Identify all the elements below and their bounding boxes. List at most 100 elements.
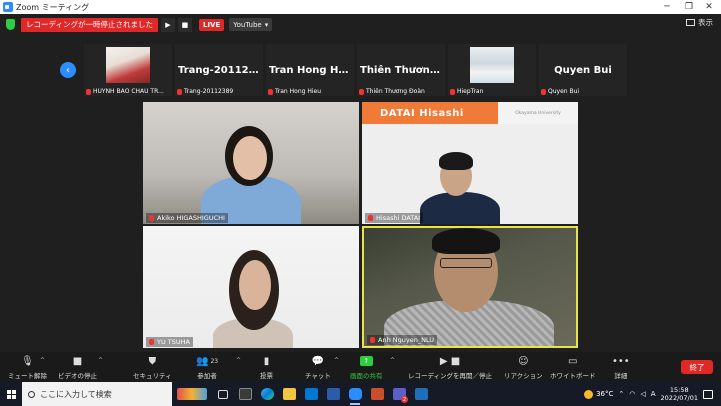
video-options-caret[interactable]: ^ [98, 357, 103, 364]
participant-thumb[interactable]: HiepTran [448, 44, 536, 96]
participant-strip: HUỲNH BẢO CHÂU TR... Trang-20112389 Tran… [84, 44, 627, 96]
participant-thumb[interactable]: Tran Hong Hieu Tran Hong Hieu [266, 44, 354, 96]
participant-hair [432, 228, 500, 254]
meeting-toolbar: 🎙 ミュート解除 ^ ■ ビデオの停止 ^ ⛊ セキュリティ 👥 23 参加者 ^… [0, 352, 721, 382]
bar-chart-icon: ▮ [263, 355, 270, 367]
meeting-area: レコーディングが一時停止されました ▶ ■ LIVE YouTube ▾ 表示 … [0, 14, 721, 382]
recording-status: レコーディングが一時停止されました [21, 17, 158, 32]
stop-recording-button[interactable]: ■ [177, 17, 192, 32]
share-options-caret[interactable]: ^ [390, 357, 395, 364]
slide-title: DATAI Hisashi [362, 102, 498, 124]
zoom-app-icon[interactable] [344, 382, 366, 406]
video-tile-hisashi[interactable]: DATAI Hisashi Okayama University Hisashi… [362, 102, 578, 224]
participant-label: HUỲNH BẢO CHÂU TR... [86, 88, 164, 95]
notification-center-icon[interactable] [703, 389, 713, 399]
view-button[interactable]: 表示 [686, 17, 713, 28]
whiteboard-button[interactable]: ▭ ホワイトボード [550, 355, 596, 381]
mic-muted-icon [86, 88, 91, 95]
more-button[interactable]: ••• 詳細 [612, 355, 630, 381]
video-tile-anh-active-speaker[interactable]: Anh Nguyen_NLU [362, 226, 578, 348]
more-dots-icon: ••• [612, 355, 630, 367]
taskbar-search-placeholder: ここに入力して検索 [40, 389, 112, 399]
participants-count: 23 [210, 357, 219, 365]
task-view-icon[interactable] [212, 382, 234, 406]
zoom-window: Zoom ミーティング ─ ❐ ✕ レコーディングが一時停止されました ▶ ■ … [0, 0, 721, 406]
video-label: Anh Nguyen_NLU [367, 335, 437, 345]
chat-bubble-icon: 💬 [311, 355, 325, 367]
system-clock[interactable]: 15:58 2022/07/01 [661, 386, 698, 402]
chat-button[interactable]: 💬 チャット [305, 355, 331, 381]
video-tile-yu[interactable]: YU TSUHA [143, 226, 359, 348]
participant-thumb[interactable]: HUỲNH BẢO CHÂU TR... [84, 44, 172, 96]
search-icon [28, 390, 35, 398]
participants-options-caret[interactable]: ^ [236, 357, 241, 364]
stream-target-dropdown[interactable]: YouTube ▾ [229, 18, 273, 31]
recording-control-button[interactable]: ▶ ■ レコーディングを再開／停止 [408, 355, 492, 381]
participant-photo [470, 47, 514, 83]
tray-chevron-icon[interactable]: ⌃ [618, 390, 624, 398]
mic-muted-icon [368, 215, 373, 221]
file-explorer-icon[interactable] [278, 382, 300, 406]
photos-app-icon[interactable] [410, 382, 432, 406]
participant-thumb[interactable]: Quyen Bui Quyen Bui [539, 44, 627, 96]
share-screen-button[interactable]: ↑ 画面の共有 [350, 355, 383, 380]
files-app-icon[interactable] [234, 382, 256, 406]
clock-date: 2022/07/01 [660, 394, 698, 402]
security-shield-icon[interactable] [6, 19, 15, 30]
wifi-icon[interactable]: ◠ [629, 390, 635, 398]
recording-bar: レコーディングが一時停止されました ▶ ■ LIVE YouTube ▾ [6, 17, 273, 32]
participant-face [239, 260, 271, 310]
participant-body [420, 192, 500, 224]
participants-button[interactable]: 👥 23 参加者 [196, 355, 219, 381]
powerpoint-app-icon[interactable] [366, 382, 388, 406]
reactions-button[interactable]: ☺ リアクション [504, 355, 543, 381]
minimize-button[interactable]: ─ [657, 0, 677, 14]
end-meeting-button[interactable]: 終了 [681, 360, 713, 374]
system-tray: 36°C ⌃ ◠ ◁ A 15:58 2022/07/01 [584, 382, 721, 406]
maximize-button[interactable]: ❐ [679, 0, 699, 14]
sun-icon [584, 389, 594, 399]
mic-muted-icon [450, 88, 455, 95]
participant-thumb[interactable]: Trang-20112389 Trang-20112389 [175, 44, 263, 96]
os-taskbar: ここに入力して検索 2 36°C ⌃ ◠ ◁ A 15:58 2022/07/0… [0, 382, 721, 406]
live-badge: LIVE [198, 18, 225, 31]
polls-button[interactable]: ▮ 投票 [260, 355, 273, 381]
virtual-background-banner: DATAI Hisashi Okayama University [362, 102, 578, 124]
mic-muted-icon [359, 88, 364, 95]
audio-options-caret[interactable]: ^ [40, 357, 45, 364]
participant-display-name: Quyen Bui [554, 64, 612, 76]
smile-icon: ☺ [518, 355, 529, 367]
chat-options-caret[interactable]: ^ [334, 357, 339, 364]
participant-thumb[interactable]: Thiên Thương... Thiên Thương Đoàn [357, 44, 445, 96]
word-app-icon[interactable] [322, 382, 344, 406]
ime-icon[interactable]: A [651, 390, 656, 398]
edge-browser-icon[interactable] [256, 382, 278, 406]
video-tile-akiko[interactable]: Akiko HIGASHIGUCHI [143, 102, 359, 224]
mic-muted-icon: 🎙 [21, 355, 34, 367]
mic-muted-icon [149, 339, 154, 345]
mic-muted-icon [541, 88, 546, 95]
chevron-down-icon: ▾ [264, 20, 269, 29]
windows-logo-icon [6, 389, 16, 399]
participant-label: HiepTran [450, 88, 483, 95]
video-label: YU TSUHA [146, 337, 193, 347]
windows-start-button[interactable] [0, 382, 22, 406]
taskbar-widget-bicycle[interactable] [172, 382, 212, 406]
mail-app-icon[interactable] [300, 382, 322, 406]
participant-photo [106, 47, 150, 83]
strip-prev-button[interactable]: ‹ [60, 62, 76, 78]
security-button[interactable]: ⛊ セキュリティ [133, 355, 172, 381]
participant-label: Quyen Bui [541, 88, 579, 95]
clock-time: 15:58 [669, 386, 689, 394]
stream-target-label: YouTube [233, 20, 262, 29]
close-button[interactable]: ✕ [699, 0, 719, 14]
slide-org: Okayama University [498, 102, 578, 124]
participant-label: Trang-20112389 [177, 88, 233, 95]
stop-video-button[interactable]: ■ ビデオの停止 [58, 355, 97, 381]
volume-icon[interactable]: ◁ [640, 390, 645, 398]
teams-app-icon[interactable]: 2 [388, 382, 410, 406]
notification-badge: 2 [401, 396, 408, 403]
weather-widget[interactable]: 36°C [584, 389, 613, 399]
taskbar-search-box[interactable]: ここに入力して検索 [22, 382, 172, 406]
resume-recording-button[interactable]: ▶ [160, 17, 175, 32]
